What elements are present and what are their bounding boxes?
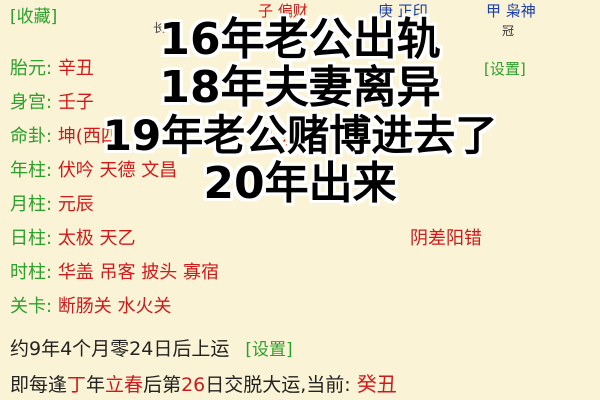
- row-shengong: 身宫: 壬子: [10, 88, 94, 118]
- sub-guan: 冠: [502, 24, 515, 38]
- top-cell-2: 庚 正印: [378, 2, 428, 20]
- row-label: 胎元:: [10, 58, 53, 79]
- row-minggua: 命卦: 坤(西四: [10, 122, 119, 152]
- row-value: 伏吟 天德 文昌: [57, 160, 178, 181]
- taiyuan-setting-link[interactable]: [设置]: [484, 56, 526, 82]
- luck-start-line: 约9年4个月零24日后上运 [设置]: [10, 334, 293, 363]
- row-guanka: 关卡: 断肠关 水火关: [10, 292, 172, 322]
- current-luck: 癸丑: [356, 372, 397, 396]
- row-rizhu: 日柱: 太极 天乙: [10, 224, 136, 254]
- bazi-chart-screen: [收藏] 子 偏财 庚 正印 甲 枭神 长 冠 胎元: 辛丑 [设置] 身宫: …: [0, 0, 600, 400]
- row-value: 壬子: [57, 92, 94, 113]
- row-value: 华盖 吊客 披头 寡宿: [57, 262, 219, 283]
- luck-mid: 年: [86, 374, 106, 396]
- row-value: 太极 天乙: [57, 228, 136, 249]
- row-nianzhu: 年柱: 伏吟 天德 文昌: [10, 156, 177, 186]
- row-shizhu: 时柱: 华盖 吊客 披头 寡宿: [10, 258, 219, 288]
- luck-pre: 即每逢: [10, 374, 68, 396]
- row-label: 身宫:: [10, 92, 53, 113]
- luck-end: 日交脱大运,当前:: [205, 374, 351, 396]
- luck-num: 26: [181, 374, 206, 396]
- top-cell-3: 甲 枭神: [486, 2, 536, 20]
- luck-ding: 丁: [67, 374, 87, 396]
- row-label: 月柱:: [10, 194, 53, 215]
- luck-after: 后第: [143, 374, 182, 396]
- row-label: 命卦:: [10, 126, 53, 147]
- row-value: 断肠关 水火关: [57, 296, 172, 317]
- favorites-link[interactable]: [收藏]: [10, 2, 57, 27]
- top-cell-1: 子 偏财: [258, 2, 308, 20]
- minggua-tail: 枭 乐 干: [258, 129, 320, 149]
- luck-transition-line: 即每逢丁年立春后第26日交脱大运,当前: 癸丑: [10, 368, 397, 397]
- row-value: 元辰: [57, 194, 94, 215]
- luck-start-text: 约9年4个月零24日后上运: [10, 338, 230, 360]
- row-label: 日柱:: [10, 228, 53, 249]
- row-label: 年柱:: [10, 160, 53, 181]
- row-value: 辛丑: [57, 58, 94, 79]
- rizhu-tail: 阴差阳错: [410, 228, 482, 249]
- row-yuezhu: 月柱: 元辰: [10, 190, 94, 220]
- row-taiyuan: 胎元: 辛丑: [10, 54, 94, 84]
- luck-lichun: 立春: [105, 374, 144, 396]
- row-label: 关卡:: [10, 296, 53, 317]
- luck-setting-link[interactable]: [设置]: [245, 340, 292, 360]
- top-strip: [收藏] 子 偏财 庚 正印 甲 枭神 长 冠: [0, 0, 600, 38]
- row-value: 坤(西四: [57, 126, 119, 147]
- sub-char: 长: [153, 21, 166, 35]
- row-label: 时柱:: [10, 262, 53, 283]
